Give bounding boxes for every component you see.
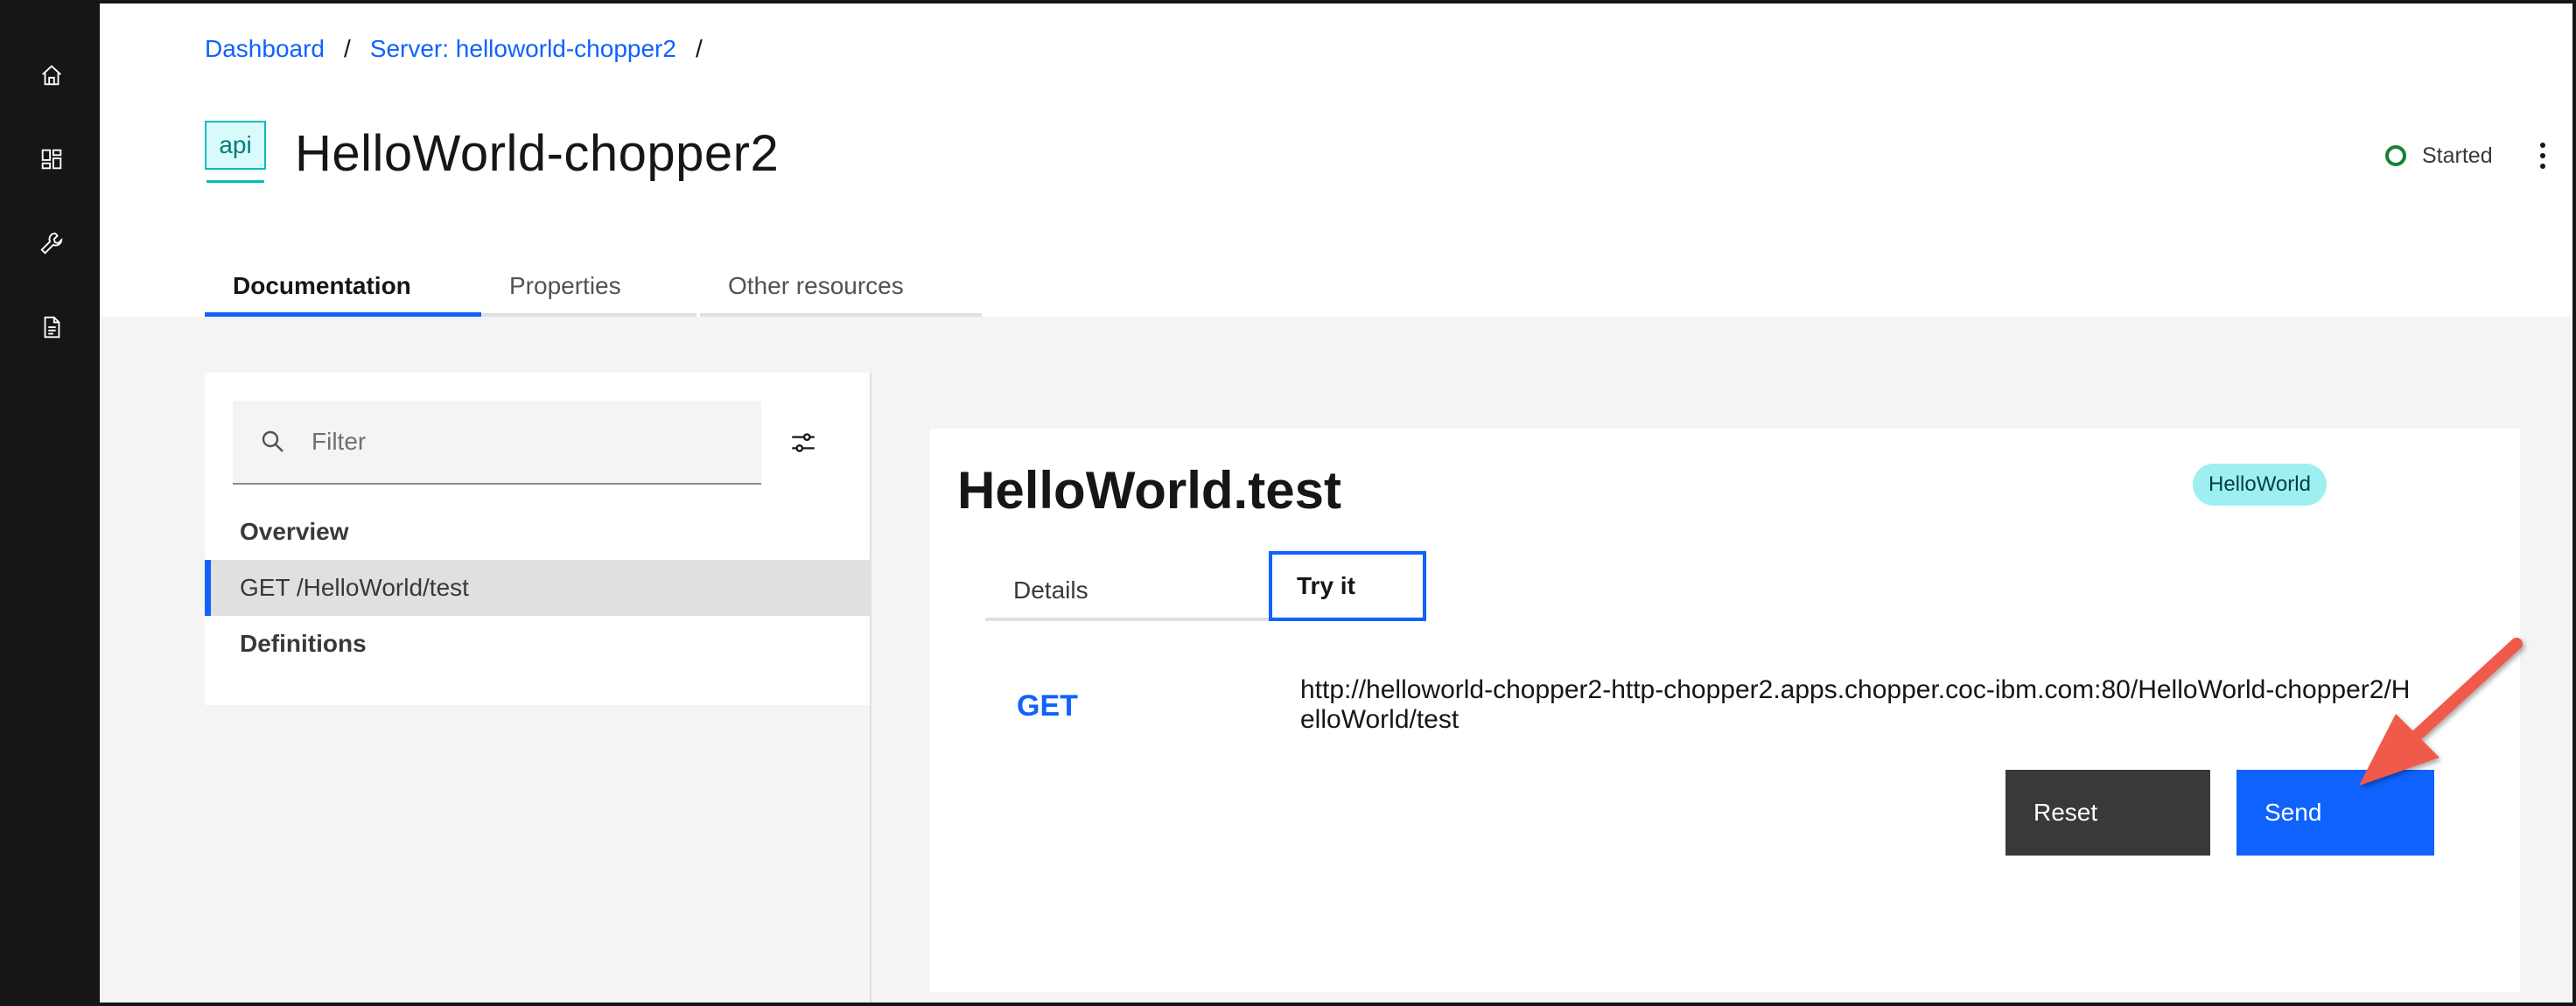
nav-definitions[interactable]: Definitions <box>240 630 367 658</box>
overflow-menu-icon <box>2540 153 2545 158</box>
filter-input[interactable] <box>312 428 749 456</box>
nav-overview[interactable]: Overview <box>240 518 349 546</box>
tab-try-it[interactable]: Try it <box>1269 551 1426 621</box>
status-indicator: Started <box>2385 142 2493 170</box>
breadcrumb-dashboard-link[interactable]: Dashboard <box>205 35 325 63</box>
page-title: HelloWorld-chopper2 <box>295 125 780 182</box>
rail-tools-button[interactable] <box>4 201 100 285</box>
operation-tag: HelloWorld <box>2193 464 2327 506</box>
home-icon <box>42 65 61 86</box>
sliders-icon <box>792 433 815 452</box>
operation-card: HelloWorld.test HelloWorld Details Try i… <box>929 429 2520 992</box>
rail-dashboard-button[interactable] <box>4 117 100 201</box>
operations-side-panel: Overview GET /HelloWorld/test Definition… <box>205 373 872 705</box>
nav-item-get-helloworld-test[interactable]: GET /HelloWorld/test <box>205 560 872 616</box>
api-icon: api <box>205 121 268 184</box>
dashboard-icon <box>41 149 62 170</box>
breadcrumb-separator: / <box>695 35 703 62</box>
overflow-menu-icon <box>2540 143 2545 148</box>
tab-details[interactable]: Details <box>985 563 1269 621</box>
api-icon-underline <box>206 180 264 183</box>
breadcrumb-separator: / <box>343 35 351 62</box>
filter-field[interactable] <box>233 401 761 485</box>
overflow-menu-icon <box>2540 164 2545 169</box>
side-nav-rail <box>4 3 100 1003</box>
tab-properties[interactable]: Properties <box>481 259 696 317</box>
reset-button[interactable]: Reset <box>2006 770 2210 856</box>
annotation-arrow-icon <box>2359 638 2523 786</box>
document-icon <box>44 316 60 339</box>
rail-home-button[interactable] <box>4 33 100 117</box>
status-text: Started <box>2422 143 2493 168</box>
request-url: http://helloworld-chopper2-http-chopper2… <box>1300 675 2411 734</box>
breadcrumb-server-link[interactable]: Server: helloworld-chopper2 <box>370 35 676 63</box>
panel-divider <box>870 373 872 1003</box>
rail-documents-button[interactable] <box>4 285 100 369</box>
overflow-menu-button[interactable] <box>2527 136 2558 175</box>
tab-other-resources[interactable]: Other resources <box>700 259 982 317</box>
operation-title: HelloWorld.test <box>957 461 1341 520</box>
tab-documentation[interactable]: Documentation <box>205 259 481 317</box>
operation-subtabs: Details Try it <box>985 551 1426 621</box>
search-icon <box>262 430 284 452</box>
wrench-icon <box>40 232 63 255</box>
main-tabs: Documentation Properties Other resources <box>205 259 982 317</box>
http-method: GET <box>1017 689 1078 723</box>
api-icon-label: api <box>205 121 266 170</box>
filter-settings-button[interactable] <box>782 422 824 464</box>
breadcrumb: Dashboard / Server: helloworld-chopper2 … <box>205 33 722 65</box>
app-window: Dashboard / Server: helloworld-chopper2 … <box>0 0 2576 1006</box>
status-ring-icon <box>2385 145 2406 166</box>
